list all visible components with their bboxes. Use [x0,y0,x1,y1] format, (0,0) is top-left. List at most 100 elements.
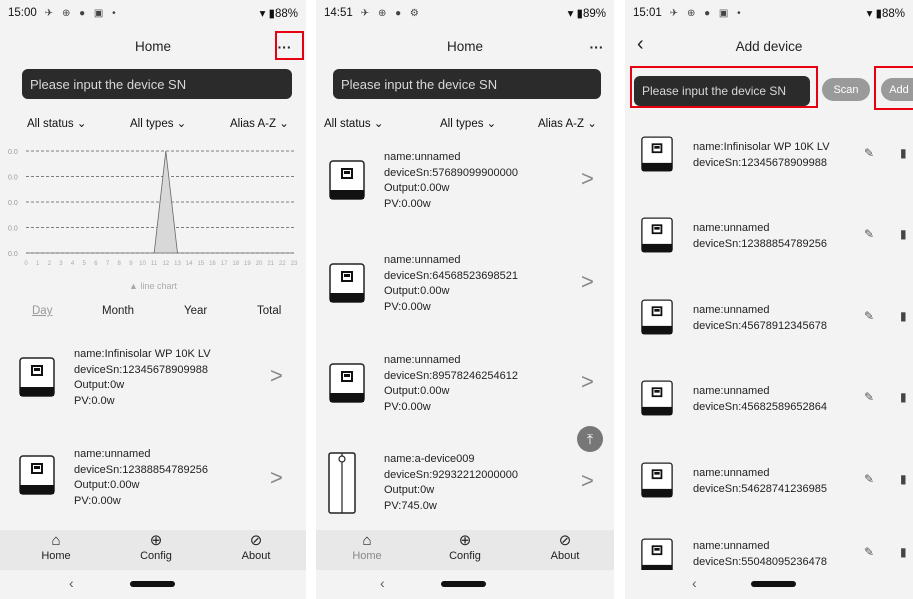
x-tick-label: 6 [94,261,98,267]
x-tick-label: 3 [59,261,63,267]
home-icon: ⌂ [51,532,61,549]
device-sn: deviceSn:12388854789256 [74,463,208,476]
back-arrow-icon[interactable]: ‹ [637,34,644,54]
edit-icon[interactable]: ✎ [864,227,874,241]
device-output: Output:0.00w [384,285,450,297]
x-tick-label: 5 [83,261,87,267]
device-name: name:Infinisolar WP 10K LV [693,141,830,153]
device-sn: deviceSn:92932212000000 [384,468,518,481]
device-pv: PV:0.0w [74,394,115,407]
device-list-item[interactable]: name:unnamed deviceSn:89578246254612 Out… [316,349,614,425]
trash-icon[interactable]: ▮ [900,390,907,404]
search-input[interactable]: Please input the device SN [333,69,601,99]
nav-back-button[interactable]: ‹ [692,575,697,591]
edit-icon[interactable]: ✎ [864,472,874,486]
x-tick-label: 2 [48,261,52,267]
trash-icon[interactable]: ▮ [900,146,907,160]
tab-about[interactable]: ⊘ About [530,532,600,562]
tab-config[interactable]: ⊕ Config [430,532,500,562]
device-name: name:unnamed [74,448,151,460]
highlight-box [275,31,304,60]
device-list-item[interactable]: name:unnamed deviceSn:12388854789256 Out… [0,443,306,519]
inverter-icon [19,455,55,495]
x-tick-label: 14 [186,261,193,267]
battery-cabinet-icon [328,452,356,514]
chevron-right-icon[interactable]: > [581,468,594,494]
page-title: Add device [735,38,803,54]
app-header: Home ··· [316,28,614,64]
device-list-item[interactable]: name:unnamed deviceSn:57689099900000 Out… [316,146,614,222]
type-filter-dropdown[interactable]: All types ⌄ [440,116,496,130]
system-nav-bar: ‹ [625,570,913,599]
filter-bar: All status ⌄ All types ⌄ Alias A-Z ⌄ [0,116,306,134]
device-name: name:unnamed [693,467,770,479]
status-icons: ✈ ⊕ ● ▣ • [669,7,744,19]
tab-year[interactable]: Year [184,305,207,317]
trash-icon[interactable]: ▮ [900,472,907,486]
status-filter-dropdown[interactable]: All status ⌄ [324,116,384,130]
device-pv: PV:0.00w [384,197,431,210]
edit-icon[interactable]: ✎ [864,545,874,559]
chevron-right-icon[interactable]: > [581,369,594,395]
y-tick-label: 0.0 [8,200,18,207]
tab-home[interactable]: ⌂ Home [332,532,402,562]
device-info: name:unnamed deviceSn:57689099900000 Out… [384,150,518,212]
search-input[interactable]: Please input the device SN [22,69,292,99]
inverter-icon [329,160,365,200]
tab-day[interactable]: Day [32,305,52,317]
home-screen-list: 14:51 ✈ ⊕ ● ⚙ ▾ ▮89% Home ··· Please inp… [316,0,614,599]
tab-home[interactable]: ⌂ Home [21,532,91,562]
device-sn: deviceSn:12388854789256 [693,237,827,250]
home-icon: ⌂ [362,532,372,549]
app-header: ‹ Add device [625,28,913,64]
device-name: name:Infinisolar WP 10K LV [74,348,211,360]
chevron-right-icon[interactable]: > [270,363,283,389]
tab-label: Config [140,550,172,562]
page-title: Home [134,38,171,54]
device-list-item[interactable]: name:Infinisolar WP 10K LV deviceSn:1234… [0,345,306,421]
sort-dropdown[interactable]: Alias A-Z ⌄ [538,116,597,130]
more-menu-button[interactable]: ··· [583,33,610,60]
scan-button[interactable]: Scan [822,78,870,101]
trash-icon[interactable]: ▮ [900,309,907,323]
globe-icon: ⊕ [458,532,472,549]
inverter-icon [641,136,673,172]
inverter-icon [19,357,55,397]
power-line-chart: 0.00.00.00.00.00 1 2 3 4 5 6 7 8 9 10 11 12 13 14 15 16 1… [8,149,298,267]
nav-back-button[interactable]: ‹ [380,575,385,591]
nav-home-pill[interactable] [130,581,175,587]
device-output: Output:0w [384,484,435,496]
y-tick-label: 0.0 [8,149,18,156]
type-filter-dropdown[interactable]: All types ⌄ [130,116,186,130]
edit-icon[interactable]: ✎ [864,309,874,323]
x-tick-label: 9 [129,261,133,267]
sort-dropdown[interactable]: Alias A-Z ⌄ [230,116,289,130]
chevron-right-icon[interactable]: > [581,166,594,192]
device-list-item: name:Infinisolar WP 10K LV deviceSn:1234… [625,128,913,204]
tab-about[interactable]: ⊘ About [221,532,291,562]
tab-month[interactable]: Month [102,305,134,317]
tab-config[interactable]: ⊕ Config [121,532,191,562]
device-name: name:unnamed [384,254,461,266]
device-list-item[interactable]: name:unnamed deviceSn:64568523698521 Out… [316,249,614,325]
edit-icon[interactable]: ✎ [864,390,874,404]
device-list-item[interactable]: name:a-device009 deviceSn:92932212000000… [316,448,614,524]
trash-icon[interactable]: ▮ [900,545,907,559]
nav-back-button[interactable]: ‹ [69,575,74,591]
status-icons: ✈ ⊕ ● ▣ • [44,7,119,19]
filter-bar: All status ⌄ All types ⌄ Alias A-Z ⌄ [316,116,614,134]
nav-home-pill[interactable] [751,581,796,587]
chevron-right-icon[interactable]: > [270,465,283,491]
device-sn: deviceSn:12345678909988 [74,363,208,376]
highlight-box [874,66,913,110]
edit-icon[interactable]: ✎ [864,146,874,160]
status-filter-dropdown[interactable]: All status ⌄ [27,116,87,130]
status-bar: 14:51 ✈ ⊕ ● ⚙ ▾ ▮89% [316,0,614,26]
nav-home-pill[interactable] [441,581,486,587]
tab-total[interactable]: Total [257,305,281,317]
device-output: Output:0.00w [384,182,450,194]
device-name: name:unnamed [384,151,461,163]
trash-icon[interactable]: ▮ [900,227,907,241]
chevron-right-icon[interactable]: > [581,269,594,295]
x-tick-label: 17 [221,261,228,267]
